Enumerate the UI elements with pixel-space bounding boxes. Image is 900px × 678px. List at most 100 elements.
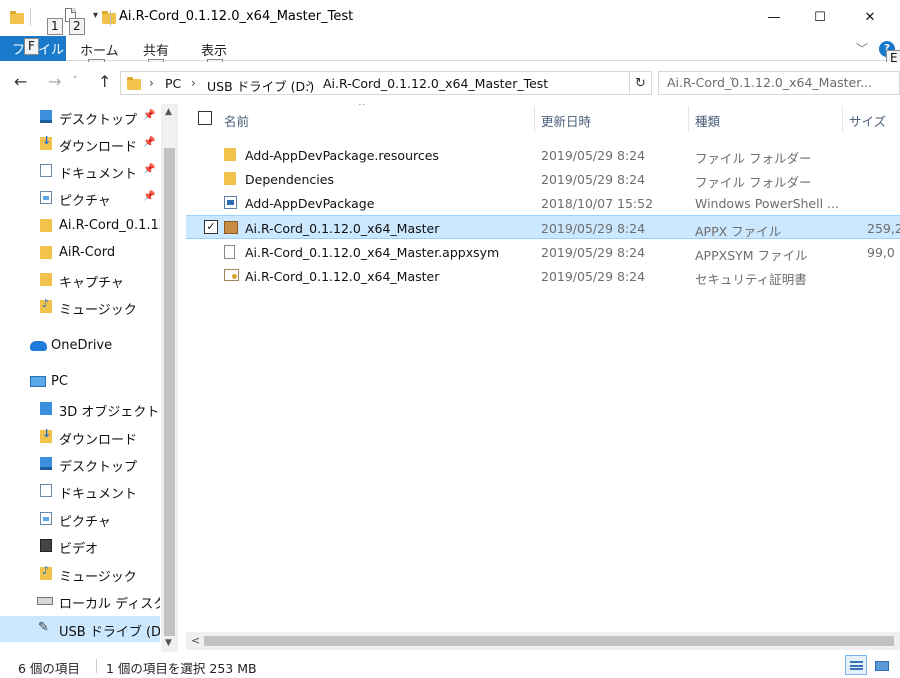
folder-icon — [127, 77, 141, 90]
tab-view[interactable]: 表示 — [201, 40, 227, 59]
window-title: Ai.R-Cord_0.1.12.0_x64_Master_Test — [119, 9, 354, 24]
pin-icon[interactable]: 📌 — [143, 164, 155, 175]
file-name: Add-AppDevPackage.resources — [245, 148, 439, 163]
certificate-icon — [224, 269, 239, 281]
nav-item-videos[interactable]: ビデオ — [0, 533, 160, 559]
file-date: 2019/05/29 8:24 — [541, 148, 646, 163]
breadcrumb-separator-icon[interactable]: › — [307, 76, 312, 90]
breadcrumb-separator-icon[interactable]: › — [149, 76, 154, 90]
nav-item-downloads[interactable]: ダウンロード 📌 — [0, 131, 160, 157]
pin-icon[interactable]: 📌 — [143, 191, 155, 202]
folder-icon — [40, 219, 52, 232]
downloads-icon — [40, 134, 52, 150]
file-row[interactable]: Ai.R-Cord_0.1.12.0_x64_Master 2019/05/29… — [186, 264, 900, 288]
nav-item-pc[interactable]: PC — [0, 369, 160, 395]
maximize-button[interactable]: ☐ — [797, 0, 843, 34]
pin-icon[interactable]: 📌 — [143, 137, 155, 148]
nav-item-documents[interactable]: ドキュメント 📌 — [0, 158, 160, 184]
music-icon — [40, 564, 52, 580]
nav-item-air-cord[interactable]: AiR-Cord — [0, 240, 160, 266]
scroll-down-arrow-icon[interactable]: ▼ — [165, 638, 172, 648]
desktop-icon — [40, 110, 52, 123]
column-size[interactable]: サイズ — [849, 111, 886, 130]
nav-item-music[interactable]: ミュージック — [0, 294, 160, 320]
divider — [96, 659, 97, 673]
recent-locations-icon[interactable]: ˅ — [73, 76, 78, 86]
nav-item-label: Ai.R-Cord_0.1.12 — [59, 218, 160, 233]
onedrive-cloud-icon — [30, 341, 47, 351]
file-date: 2019/05/29 8:24 — [541, 245, 646, 260]
nav-item-desktop[interactable]: デスクトップ 📌 — [0, 104, 160, 130]
column-date[interactable]: 更新日時 — [541, 111, 591, 130]
row-checkbox[interactable]: ✓ — [204, 220, 218, 234]
file-name: Add-AppDevPackage — [245, 196, 375, 211]
scrollbar-thumb[interactable] — [204, 636, 894, 646]
file-row[interactable]: Dependencies 2019/05/29 8:24 ファイル フォルダー — [186, 167, 900, 191]
ribbon-expand-icon[interactable]: ﹀ — [856, 40, 868, 57]
minimize-button[interactable]: — — [751, 0, 797, 34]
nav-item-music-pc[interactable]: ミュージック — [0, 561, 160, 587]
file-row[interactable]: Ai.R-Cord_0.1.12.0_x64_Master.appxsym 20… — [186, 240, 900, 264]
up-arrow-icon[interactable]: ↑ — [98, 72, 111, 91]
address-bar[interactable]: › PC › USB ドライブ (D:) › Ai.R-Cord_0.1.12.… — [120, 71, 734, 95]
column-divider[interactable] — [842, 106, 843, 132]
select-all-checkbox[interactable] — [198, 111, 212, 125]
file-type: セキュリティ証明書 — [695, 272, 807, 287]
nav-item-pictures[interactable]: ピクチャ 📌 — [0, 185, 160, 211]
nav-item-3d-objects[interactable]: 3D オブジェクト — [0, 396, 160, 422]
3d-objects-icon — [40, 402, 52, 415]
new-folder-icon[interactable] — [101, 11, 116, 24]
nav-item-documents-pc[interactable]: ドキュメント — [0, 478, 160, 504]
column-type[interactable]: 種類 — [695, 111, 720, 130]
column-divider[interactable] — [534, 106, 535, 132]
file-icon — [224, 245, 235, 259]
details-view-button[interactable] — [845, 655, 867, 675]
pin-icon[interactable]: 📌 — [143, 110, 155, 121]
column-name[interactable]: 名前 — [224, 111, 249, 130]
file-row-selected[interactable]: ✓ Ai.R-Cord_0.1.12.0_x64_Master 2019/05/… — [186, 215, 900, 239]
nav-item-airc-folder[interactable]: Ai.R-Cord_0.1.12 — [0, 213, 160, 239]
nav-item-onedrive[interactable]: OneDrive — [0, 333, 160, 359]
file-type: Windows PowerShell ... — [695, 196, 839, 211]
nav-item-pictures-pc[interactable]: ピクチャ — [0, 506, 160, 532]
large-icons-view-button[interactable] — [870, 655, 892, 675]
appx-package-icon — [224, 221, 238, 234]
navigation-pane: デスクトップ 📌 ダウンロード 📌 ドキュメント 📌 ピクチャ 📌 Ai.R-C… — [0, 104, 178, 652]
nav-item-downloads-pc[interactable]: ダウンロード — [0, 424, 160, 450]
nav-item-usb-drive[interactable]: ✎ USB ドライブ (D:) — [0, 616, 160, 642]
tab-home[interactable]: ホーム — [80, 40, 119, 59]
selection-info: 1 個の項目を選択 253 MB — [106, 661, 257, 676]
scrollbar-thumb[interactable] — [164, 148, 175, 636]
back-arrow-icon[interactable]: ← — [14, 72, 27, 91]
tab-share[interactable]: 共有 — [143, 40, 169, 59]
breadcrumb-current-folder[interactable]: Ai.R-Cord_0.1.12.0_x64_Master_Test — [323, 76, 548, 91]
horizontal-scrollbar[interactable]: < — [186, 632, 900, 650]
refresh-icon[interactable]: ↻ — [630, 71, 652, 95]
file-row[interactable]: Add-AppDevPackage.resources 2019/05/29 8… — [186, 143, 900, 167]
breadcrumb-usb-drive[interactable]: USB ドライブ (D:) — [207, 76, 314, 95]
file-list: ^ 名前 更新日時 種類 サイズ Add-AppDevPackage.resou… — [186, 104, 900, 632]
nav-item-desktop-pc[interactable]: デスクトップ — [0, 451, 160, 477]
sort-ascending-icon: ^ — [358, 104, 366, 112]
column-divider[interactable] — [688, 106, 689, 132]
nav-item-capture[interactable]: キャプチャ — [0, 267, 160, 293]
nav-item-label: ピクチャ — [59, 194, 111, 209]
scroll-left-arrow-icon[interactable]: < — [191, 634, 200, 647]
file-type: APPXSYM ファイル — [695, 248, 808, 263]
breadcrumb-separator-icon[interactable]: › — [191, 76, 196, 90]
folder-icon — [40, 246, 52, 259]
folder-icon[interactable] — [10, 11, 24, 24]
file-row[interactable]: Add-AppDevPackage 2018/10/07 15:52 Windo… — [186, 191, 900, 215]
nav-item-local-disk[interactable]: ローカル ディスク (C — [0, 588, 160, 614]
breadcrumb-pc[interactable]: PC — [165, 76, 181, 91]
nav-item-label: ダウンロード — [59, 140, 138, 155]
scroll-up-arrow-icon[interactable]: ▲ — [165, 107, 172, 117]
folder-icon — [40, 273, 52, 286]
forward-arrow-icon[interactable]: → — [48, 72, 61, 91]
nav-scrollbar[interactable]: ▲ ▼ — [161, 104, 178, 652]
quick-access-dropdown-icon[interactable]: ▾ — [93, 10, 98, 21]
close-button[interactable]: ✕ — [847, 0, 893, 34]
documents-icon — [40, 484, 52, 497]
search-input[interactable]: Ai.R-Cord_0.1.12.0_x64_Master... — [658, 71, 900, 95]
file-date: 2019/05/29 8:24 — [541, 269, 646, 284]
